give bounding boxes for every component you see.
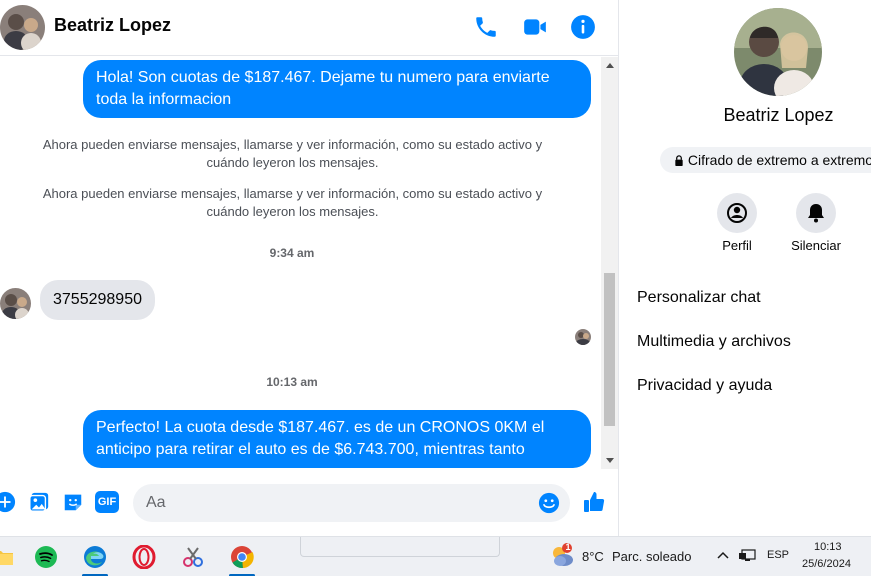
- edge-icon: [84, 546, 106, 568]
- info-icon[interactable]: [570, 14, 596, 40]
- message-list[interactable]: Hola! Son cuotas de $187.467. Dejame tu …: [0, 57, 601, 469]
- chat-pane: Beatriz Lopez Hola! Son cuotas de $187.4…: [0, 0, 618, 536]
- menu-privacy-help[interactable]: Privacidad y ayuda: [637, 377, 772, 395]
- language-indicator[interactable]: ESP: [767, 549, 789, 561]
- messenger-window: Beatriz Lopez Hola! Son cuotas de $187.4…: [0, 0, 871, 576]
- spotify-icon: [35, 546, 57, 568]
- weather-temperature[interactable]: 8°C: [582, 549, 604, 564]
- file-explorer-icon: [0, 551, 13, 565]
- system-notice: Ahora pueden enviarse mensajes, llamarse…: [42, 137, 543, 170]
- clock-time[interactable]: 10:13: [814, 541, 842, 553]
- message-input-container[interactable]: [133, 484, 570, 522]
- clock-date[interactable]: 25/6/2024: [802, 558, 851, 570]
- windows-taskbar: 1 8°C Parc. soleado ESP 10:13 25/6/2024: [0, 536, 871, 576]
- chevron-up-icon[interactable]: [717, 550, 729, 560]
- timestamp: 9:34 am: [269, 246, 315, 260]
- seen-indicator-avatar: [575, 329, 591, 345]
- profile-icon: [727, 203, 747, 223]
- snipping-tool-button[interactable]: [172, 541, 214, 575]
- chrome-icon: [231, 546, 254, 569]
- image-icon[interactable]: [28, 491, 50, 513]
- lock-icon: [675, 155, 683, 166]
- edge-button[interactable]: [74, 541, 116, 576]
- thumbs-up-icon[interactable]: [582, 490, 606, 514]
- phone-icon[interactable]: [473, 14, 499, 40]
- snipping-tool-icon: [183, 547, 203, 567]
- message-input[interactable]: [146, 484, 526, 522]
- mute-button[interactable]: [796, 193, 836, 233]
- outgoing-message[interactable]: Perfecto! La cuota desde $187.467. es de…: [83, 410, 591, 468]
- incoming-message[interactable]: 3755298950: [40, 280, 155, 320]
- timestamp: 10:13 am: [266, 375, 318, 389]
- outgoing-message[interactable]: Hola! Son cuotas de $187.467. Dejame tu …: [83, 60, 591, 118]
- profile-label[interactable]: Perfil: [697, 238, 777, 253]
- sticker-icon[interactable]: [62, 491, 84, 513]
- conversation-info-panel: Beatriz Lopez Cifrado de extremo a extre…: [619, 0, 871, 536]
- network-icon[interactable]: [738, 548, 756, 562]
- profile-avatar-large[interactable]: [734, 8, 822, 96]
- taskbar-window-preview-outline: [300, 537, 500, 557]
- encryption-label: Cifrado de extremo a extremo: [687, 152, 871, 168]
- video-camera-icon[interactable]: [522, 14, 548, 40]
- contact-avatar-small[interactable]: [0, 288, 31, 319]
- menu-customize-chat[interactable]: Personalizar chat: [637, 289, 761, 307]
- bell-icon: [808, 204, 824, 223]
- plus-icon[interactable]: [0, 491, 16, 513]
- message-scrollbar[interactable]: [601, 57, 618, 469]
- emoji-icon[interactable]: [538, 492, 560, 514]
- opera-icon: [132, 545, 156, 569]
- profile-name: Beatriz Lopez: [723, 105, 834, 125]
- weather-badge-count: 1: [565, 542, 571, 552]
- spotify-button[interactable]: [25, 541, 67, 575]
- opera-button[interactable]: [123, 541, 165, 575]
- weather-description[interactable]: Parc. soleado: [612, 549, 692, 564]
- scroll-up-arrow-icon[interactable]: [606, 63, 614, 68]
- gif-icon[interactable]: GIF: [95, 491, 119, 513]
- profile-button[interactable]: [717, 193, 757, 233]
- system-notice: Ahora pueden enviarse mensajes, llamarse…: [42, 186, 543, 219]
- file-explorer-button[interactable]: [0, 541, 24, 575]
- chrome-button[interactable]: [221, 541, 263, 576]
- contact-name[interactable]: Beatriz Lopez: [54, 15, 171, 36]
- mute-label[interactable]: Silenciar: [776, 238, 856, 253]
- scroll-down-arrow-icon[interactable]: [606, 458, 614, 463]
- chat-header: Beatriz Lopez: [0, 0, 618, 56]
- composer-bar: GIF: [0, 470, 618, 536]
- menu-media-files[interactable]: Multimedia y archivos: [637, 333, 791, 351]
- encryption-badge[interactable]: Cifrado de extremo a extremo: [660, 147, 871, 173]
- scroll-thumb[interactable]: [604, 273, 615, 426]
- contact-avatar[interactable]: [0, 5, 45, 50]
